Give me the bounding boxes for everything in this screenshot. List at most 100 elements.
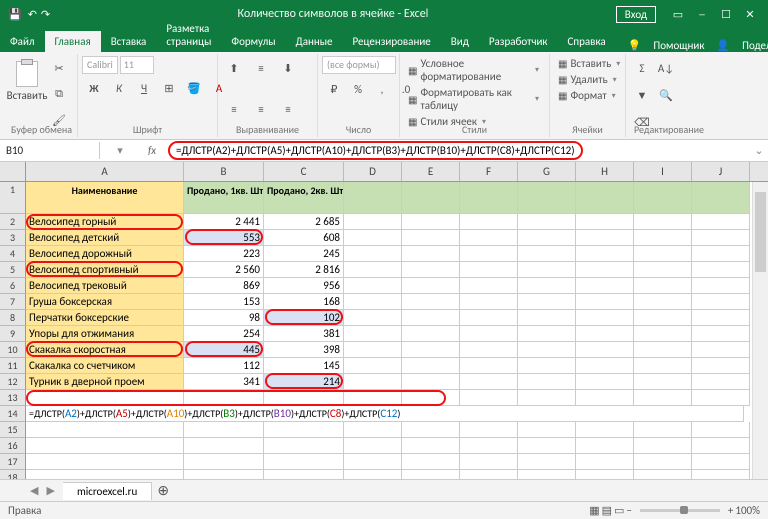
currency-icon[interactable]: ₽ bbox=[322, 77, 346, 101]
ribbon-options-icon[interactable]: ▭ bbox=[668, 4, 688, 24]
cell[interactable] bbox=[184, 438, 264, 454]
cell[interactable] bbox=[184, 454, 264, 470]
row-header[interactable]: 4 bbox=[0, 246, 26, 262]
cell[interactable]: 381 bbox=[264, 326, 344, 342]
cell[interactable] bbox=[692, 294, 750, 310]
cell[interactable] bbox=[518, 422, 576, 438]
cell[interactable] bbox=[634, 422, 692, 438]
tab-home[interactable]: Главная bbox=[45, 31, 101, 52]
align-center-icon[interactable]: ≡ bbox=[249, 97, 273, 121]
italic-icon[interactable]: К bbox=[107, 76, 131, 100]
delete-cells-button[interactable]: ▦ Удалить▾ bbox=[554, 72, 621, 87]
minimize-icon[interactable]: ─ bbox=[692, 4, 712, 24]
view-break-icon[interactable]: ▭ bbox=[614, 504, 624, 517]
row-header[interactable]: 7 bbox=[0, 294, 26, 310]
col-header-G[interactable]: G bbox=[518, 162, 576, 181]
border-icon[interactable]: ⊞ bbox=[157, 76, 181, 100]
cell[interactable]: 2 441 bbox=[184, 214, 264, 230]
row-header[interactable]: 16 bbox=[0, 438, 26, 454]
cell[interactable] bbox=[344, 390, 402, 406]
row-header[interactable]: 13 bbox=[0, 390, 26, 406]
cell[interactable] bbox=[344, 374, 402, 390]
cond-format-button[interactable]: ▦ Условное форматирование▾ bbox=[404, 56, 543, 84]
cell[interactable] bbox=[634, 438, 692, 454]
cell[interactable] bbox=[634, 246, 692, 262]
cell[interactable]: 445 bbox=[184, 342, 264, 358]
cell[interactable] bbox=[460, 294, 518, 310]
fx-icon[interactable]: fx bbox=[140, 144, 164, 157]
cell[interactable] bbox=[26, 438, 184, 454]
cell[interactable] bbox=[344, 326, 402, 342]
tab-review[interactable]: Рецензирование bbox=[343, 31, 441, 52]
cell[interactable]: 98 bbox=[184, 310, 264, 326]
cell[interactable] bbox=[460, 374, 518, 390]
cell[interactable] bbox=[692, 310, 750, 326]
sort-icon[interactable]: A↓ bbox=[654, 56, 678, 80]
row-header[interactable]: 1 bbox=[0, 182, 26, 214]
cell[interactable] bbox=[460, 358, 518, 374]
cell[interactable]: Перчатки боксерские bbox=[26, 310, 184, 326]
cell[interactable] bbox=[634, 374, 692, 390]
cell[interactable] bbox=[184, 390, 264, 406]
cell[interactable] bbox=[518, 230, 576, 246]
cell[interactable] bbox=[460, 390, 518, 406]
row-header[interactable]: 6 bbox=[0, 278, 26, 294]
cell[interactable]: Велосипед горный bbox=[26, 214, 184, 230]
cell[interactable] bbox=[692, 182, 750, 214]
cell[interactable] bbox=[692, 230, 750, 246]
col-header-D[interactable]: D bbox=[344, 162, 402, 181]
cell[interactable] bbox=[518, 246, 576, 262]
cell[interactable] bbox=[692, 246, 750, 262]
cell[interactable]: Турник в дверной проем bbox=[26, 374, 184, 390]
cell[interactable] bbox=[576, 214, 634, 230]
cut-icon[interactable]: ✂ bbox=[47, 56, 71, 80]
share-link[interactable]: 👤 Поделиться bbox=[716, 39, 768, 52]
cell[interactable] bbox=[460, 454, 518, 470]
cell[interactable] bbox=[518, 214, 576, 230]
cell[interactable] bbox=[692, 262, 750, 278]
row-header[interactable]: 14 bbox=[0, 406, 26, 422]
cell[interactable] bbox=[402, 374, 460, 390]
fill-color-icon[interactable]: 🪣 bbox=[182, 76, 206, 100]
row-header[interactable]: 2 bbox=[0, 214, 26, 230]
cell[interactable] bbox=[518, 326, 576, 342]
cell[interactable]: Упоры для отжимания bbox=[26, 326, 184, 342]
row-header[interactable]: 11 bbox=[0, 358, 26, 374]
align-right-icon[interactable]: ≡ bbox=[276, 97, 300, 121]
col-header-H[interactable]: H bbox=[576, 162, 634, 181]
cell[interactable]: 214 bbox=[264, 374, 344, 390]
cell[interactable] bbox=[402, 262, 460, 278]
helper-link[interactable]: 💡 Помощник bbox=[628, 39, 705, 52]
row-header[interactable]: 9 bbox=[0, 326, 26, 342]
cell[interactable] bbox=[460, 278, 518, 294]
cell[interactable] bbox=[576, 246, 634, 262]
cell[interactable] bbox=[634, 454, 692, 470]
cell[interactable] bbox=[634, 390, 692, 406]
cell[interactable] bbox=[576, 294, 634, 310]
cell[interactable]: Велосипед дорожный bbox=[26, 246, 184, 262]
cell[interactable] bbox=[460, 342, 518, 358]
cell[interactable] bbox=[634, 310, 692, 326]
cell[interactable] bbox=[402, 342, 460, 358]
cell[interactable] bbox=[518, 294, 576, 310]
cell[interactable] bbox=[692, 390, 750, 406]
cell[interactable] bbox=[576, 182, 634, 214]
cell[interactable] bbox=[576, 358, 634, 374]
cell[interactable]: Продано, 1кв. Шт. bbox=[184, 182, 264, 214]
cell[interactable] bbox=[576, 278, 634, 294]
cell[interactable] bbox=[264, 454, 344, 470]
cell[interactable] bbox=[692, 438, 750, 454]
cell[interactable] bbox=[402, 310, 460, 326]
cell[interactable]: 254 bbox=[184, 326, 264, 342]
cell[interactable] bbox=[344, 422, 402, 438]
redo-icon[interactable]: ↷ bbox=[41, 8, 50, 21]
cell[interactable] bbox=[518, 182, 576, 214]
cell[interactable]: 2 816 bbox=[264, 262, 344, 278]
maximize-icon[interactable]: ☐ bbox=[716, 4, 736, 24]
cell[interactable] bbox=[518, 390, 576, 406]
cell[interactable] bbox=[692, 278, 750, 294]
cell[interactable] bbox=[692, 454, 750, 470]
col-header-E[interactable]: E bbox=[402, 162, 460, 181]
sheet-nav-prev-icon[interactable]: ◀ bbox=[30, 484, 38, 497]
cell[interactable] bbox=[402, 278, 460, 294]
